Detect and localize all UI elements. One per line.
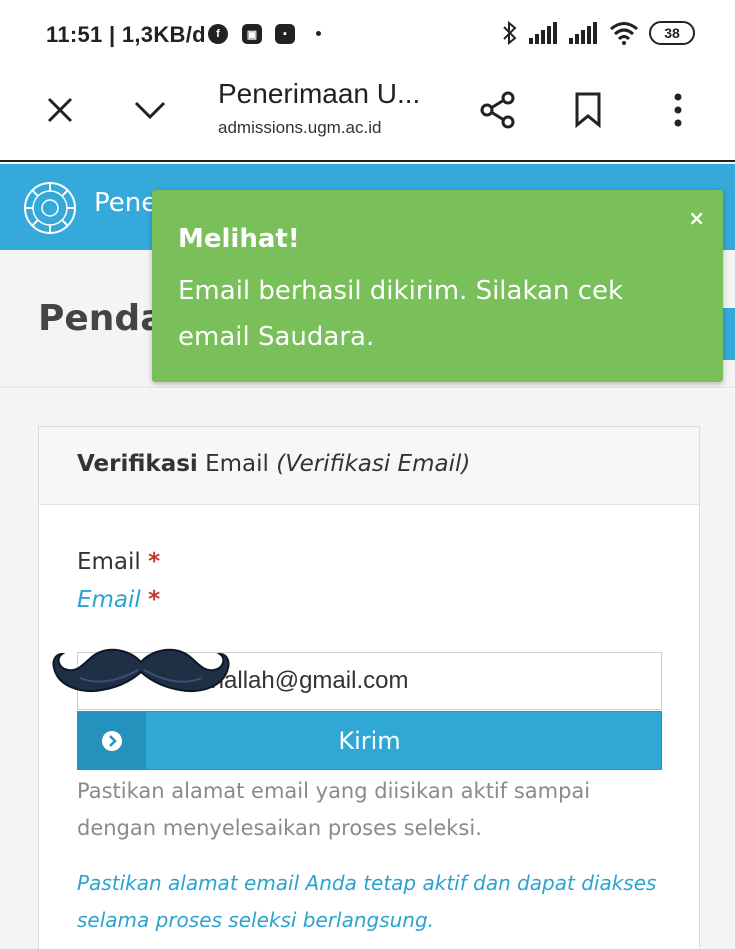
- help-text: Pastikan alamat email yang diisikan akti…: [77, 779, 591, 840]
- kirim-button-label: Kirim: [338, 726, 401, 755]
- bluetooth-icon: [503, 20, 517, 46]
- page-title: Penda: [38, 298, 165, 339]
- chevron-right-circle-icon: [78, 712, 146, 769]
- menu-toggle[interactable]: [721, 308, 735, 360]
- app-icon: ▣: [242, 24, 262, 44]
- required-mark: *: [148, 587, 161, 613]
- panel-heading-text: Email: [197, 451, 277, 477]
- help-text-alt: Pastikan alamat email Anda tetap aktif d…: [77, 871, 657, 932]
- wifi-icon: [610, 22, 638, 45]
- kirim-button[interactable]: Kirim: [77, 711, 662, 770]
- signal-icon: [529, 22, 557, 44]
- status-time: 11:51 | 1,3KB/d: [46, 22, 206, 47]
- more-notifications-icon: [316, 31, 321, 36]
- site-name: Pene: [94, 188, 158, 218]
- share-icon[interactable]: [474, 86, 522, 134]
- toast-message: Email berhasil dikirim. Silakan cek emai…: [178, 276, 624, 352]
- toast-title: Melihat!: [178, 224, 300, 254]
- chevron-down-icon[interactable]: [126, 86, 174, 134]
- facebook-icon: f: [208, 24, 228, 44]
- browser-url[interactable]: admissions.ugm.ac.id: [218, 118, 381, 138]
- panel-heading-italic: (Verifikasi Email): [276, 451, 471, 477]
- success-toast: Melihat! Email berhasil dikirim. Silakan…: [152, 190, 723, 382]
- panel-heading: Verifikasi Email (Verifikasi Email): [39, 427, 699, 505]
- bookmark-icon[interactable]: [564, 86, 612, 134]
- ugm-logo-icon: [24, 182, 76, 234]
- email-label-alt-text: Email: [77, 587, 141, 613]
- browser-toolbar: Penerimaan U... admissions.ugm.ac.id: [0, 68, 735, 162]
- signal-icon: [569, 22, 597, 44]
- status-bar: 11:51 | 1,3KB/d f ▣ ▪ 38: [0, 0, 735, 68]
- battery-icon: 38: [649, 21, 695, 45]
- app-icon: ▪: [275, 24, 295, 44]
- status-icons: 38: [501, 20, 695, 46]
- mustache-redaction-icon: [52, 648, 230, 692]
- email-label-text: Email: [77, 549, 141, 575]
- panel-heading-bold: Verifikasi: [77, 451, 198, 477]
- close-icon[interactable]: [36, 86, 84, 134]
- browser-page-title: Penerimaan U...: [218, 78, 421, 109]
- close-icon[interactable]: ×: [688, 206, 705, 230]
- required-mark: *: [148, 549, 161, 575]
- email-label-alt: Email *: [77, 587, 160, 613]
- more-options-icon[interactable]: [654, 86, 702, 134]
- email-label: Email *: [77, 549, 160, 575]
